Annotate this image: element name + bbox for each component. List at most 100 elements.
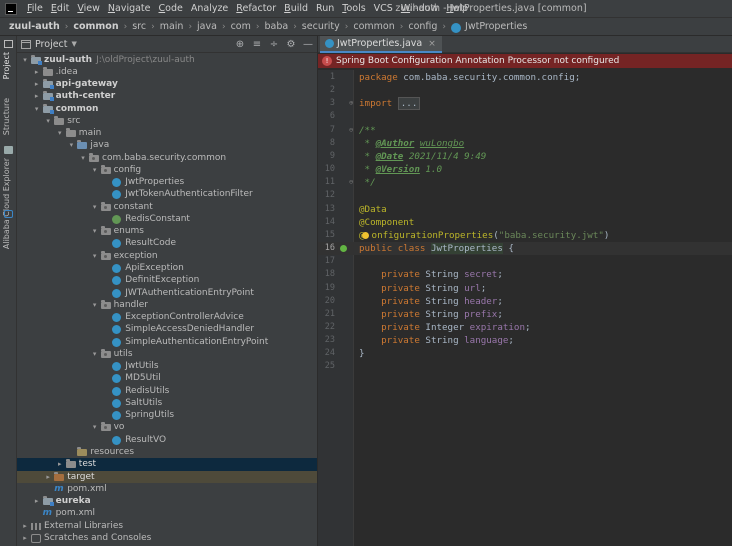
menu-run[interactable]: Run: [312, 0, 338, 18]
tree-item[interactable]: ▾ zuul-auth J:\oldProject\zuul-auth: [17, 54, 317, 66]
breadcrumb-item[interactable]: src: [132, 21, 146, 32]
code-line[interactable]: 23 private String language;: [318, 334, 732, 347]
breadcrumb-item[interactable]: config: [408, 21, 437, 32]
chevron-right-icon[interactable]: ▸: [32, 495, 42, 507]
breadcrumb-item[interactable]: java: [197, 21, 217, 32]
code-line[interactable]: 18 private String secret;: [318, 268, 732, 281]
breadcrumb-item[interactable]: com: [231, 21, 251, 32]
tree-item[interactable]: ResultCode: [17, 237, 317, 249]
tree-item[interactable]: ▾ handler: [17, 299, 317, 311]
tree-item[interactable]: ApiException: [17, 262, 317, 274]
tree-item[interactable]: JWTAuthenticationEntryPoint: [17, 287, 317, 299]
hide-panel-icon[interactable]: —: [303, 39, 313, 50]
chevron-right-icon[interactable]: ▸: [32, 90, 42, 102]
locate-file-icon[interactable]: ⊕: [235, 39, 245, 50]
fold-icon[interactable]: ⊖: [349, 176, 355, 189]
chevron-down-icon[interactable]: ▾: [78, 152, 88, 164]
menu-refactor[interactable]: Refactor: [232, 0, 280, 18]
tree-item[interactable]: ▾ common: [17, 103, 317, 115]
breadcrumb-item[interactable]: common: [353, 21, 394, 32]
tree-item[interactable]: ▾ src: [17, 115, 317, 127]
tree-item[interactable]: ▸ api-gateway: [17, 78, 317, 90]
code-line[interactable]: 1 package com.baba.security.common.config…: [318, 71, 732, 84]
chevron-down-icon[interactable]: ▼: [72, 40, 77, 48]
chevron-down-icon[interactable]: ▾: [90, 201, 100, 213]
tree-item[interactable]: m pom.xml: [17, 507, 317, 519]
tree-item[interactable]: ▸ External Libraries: [17, 520, 317, 532]
tree-item[interactable]: ▸ eureka: [17, 495, 317, 507]
menu-navigate[interactable]: Navigate: [104, 0, 155, 18]
code-line[interactable]: 17: [318, 255, 732, 268]
tree-item[interactable]: ▾ exception: [17, 250, 317, 262]
tree-item[interactable]: ▾ config: [17, 164, 317, 176]
code-line[interactable]: 25: [318, 360, 732, 373]
tree-item[interactable]: ▾ java: [17, 139, 317, 151]
project-tool-tab[interactable]: Project: [2, 52, 11, 79]
chevron-down-icon[interactable]: ▾: [55, 127, 65, 139]
code-area[interactable]: 1 package com.baba.security.common.config…: [318, 70, 732, 546]
tree-item[interactable]: ▸ Scratches and Consoles: [17, 532, 317, 544]
menu-window[interactable]: Window: [397, 0, 442, 18]
breadcrumb-item[interactable]: main: [160, 21, 184, 32]
tree-item[interactable]: ▸ target: [17, 470, 317, 483]
close-icon[interactable]: ×: [428, 39, 436, 49]
code-line[interactable]: 10 * @Version 1.0: [318, 163, 732, 176]
fold-icon[interactable]: ⊖: [349, 124, 355, 137]
menu-file[interactable]: File: [23, 0, 47, 18]
tree-item[interactable]: ▸ test: [17, 458, 317, 471]
tree-item[interactable]: ExceptionControllerAdvice: [17, 311, 317, 323]
menu-analyze[interactable]: Analyze: [187, 0, 232, 18]
code-line[interactable]: 11 ⊖ */: [318, 176, 732, 189]
tree-item[interactable]: ▾ com.baba.security.common: [17, 152, 317, 164]
chevron-down-icon[interactable]: ▾: [90, 421, 100, 433]
chevron-down-icon[interactable]: ▾: [90, 250, 100, 262]
tree-item[interactable]: ▾ vo: [17, 421, 317, 433]
chevron-down-icon[interactable]: ▾: [32, 103, 42, 115]
tree-item[interactable]: MD5Util: [17, 372, 317, 384]
breadcrumb-item[interactable]: security: [302, 21, 340, 32]
chevron-down-icon[interactable]: ▾: [90, 164, 100, 176]
collapse-all-icon[interactable]: ÷: [269, 39, 279, 50]
code-line[interactable]: 20 private String header;: [318, 295, 732, 308]
tree-item[interactable]: JwtProperties: [17, 176, 317, 188]
code-line[interactable]: 7 ⊖ /**: [318, 124, 732, 137]
fold-icon[interactable]: ⊕: [349, 97, 355, 110]
tree-item[interactable]: JwtUtils: [17, 360, 317, 372]
tree-item[interactable]: m pom.xml: [17, 483, 317, 495]
code-line[interactable]: 3 ⊕ import ...: [318, 97, 732, 111]
breadcrumb-item[interactable]: JwtProperties: [465, 21, 527, 32]
chevron-right-icon[interactable]: ▸: [43, 471, 53, 483]
structure-tool-tab[interactable]: Structure: [2, 98, 11, 135]
code-line[interactable]: 14 @Component: [318, 216, 732, 229]
breadcrumb-item[interactable]: baba: [264, 21, 288, 32]
code-line[interactable]: 19 private String url;: [318, 282, 732, 295]
chevron-right-icon[interactable]: ▸: [32, 66, 42, 78]
code-line[interactable]: 9 * @Date 2021/11/4 9:49: [318, 150, 732, 163]
tab-jwtproperties[interactable]: JwtProperties.java ×: [320, 36, 442, 53]
expand-all-icon[interactable]: ≡: [252, 39, 262, 50]
tree-item[interactable]: SpringUtils: [17, 409, 317, 421]
menu-build[interactable]: Build: [280, 0, 312, 18]
chevron-right-icon[interactable]: ▸: [32, 78, 42, 90]
chevron-down-icon[interactable]: ▾: [90, 225, 100, 237]
tree-item[interactable]: ResultVO: [17, 434, 317, 446]
tree-item[interactable]: RedisConstant: [17, 213, 317, 225]
tree-item[interactable]: resources: [17, 446, 317, 458]
project-tool-icon[interactable]: [4, 40, 13, 48]
code-line[interactable]: 12: [318, 189, 732, 202]
tree-item[interactable]: ▸ .idea: [17, 66, 317, 78]
spring-bean-icon[interactable]: [340, 245, 347, 253]
menu-view[interactable]: View: [73, 0, 104, 18]
menu-help[interactable]: Help: [442, 0, 472, 18]
chevron-down-icon[interactable]: ▾: [66, 139, 76, 151]
menu-edit[interactable]: Edit: [47, 0, 73, 18]
tree-item[interactable]: JwtTokenAuthenticationFilter: [17, 188, 317, 200]
code-line[interactable]: 24}: [318, 347, 732, 360]
tree-item[interactable]: SaltUtils: [17, 397, 317, 409]
code-line[interactable]: 2: [318, 84, 732, 97]
breadcrumb-item[interactable]: zuul-auth: [9, 21, 60, 32]
chevron-right-icon[interactable]: ▸: [55, 458, 65, 470]
code-line[interactable]: 13 @Data: [318, 203, 732, 216]
tree-item[interactable]: ▾ main: [17, 127, 317, 139]
project-view-title[interactable]: Project: [35, 39, 68, 50]
